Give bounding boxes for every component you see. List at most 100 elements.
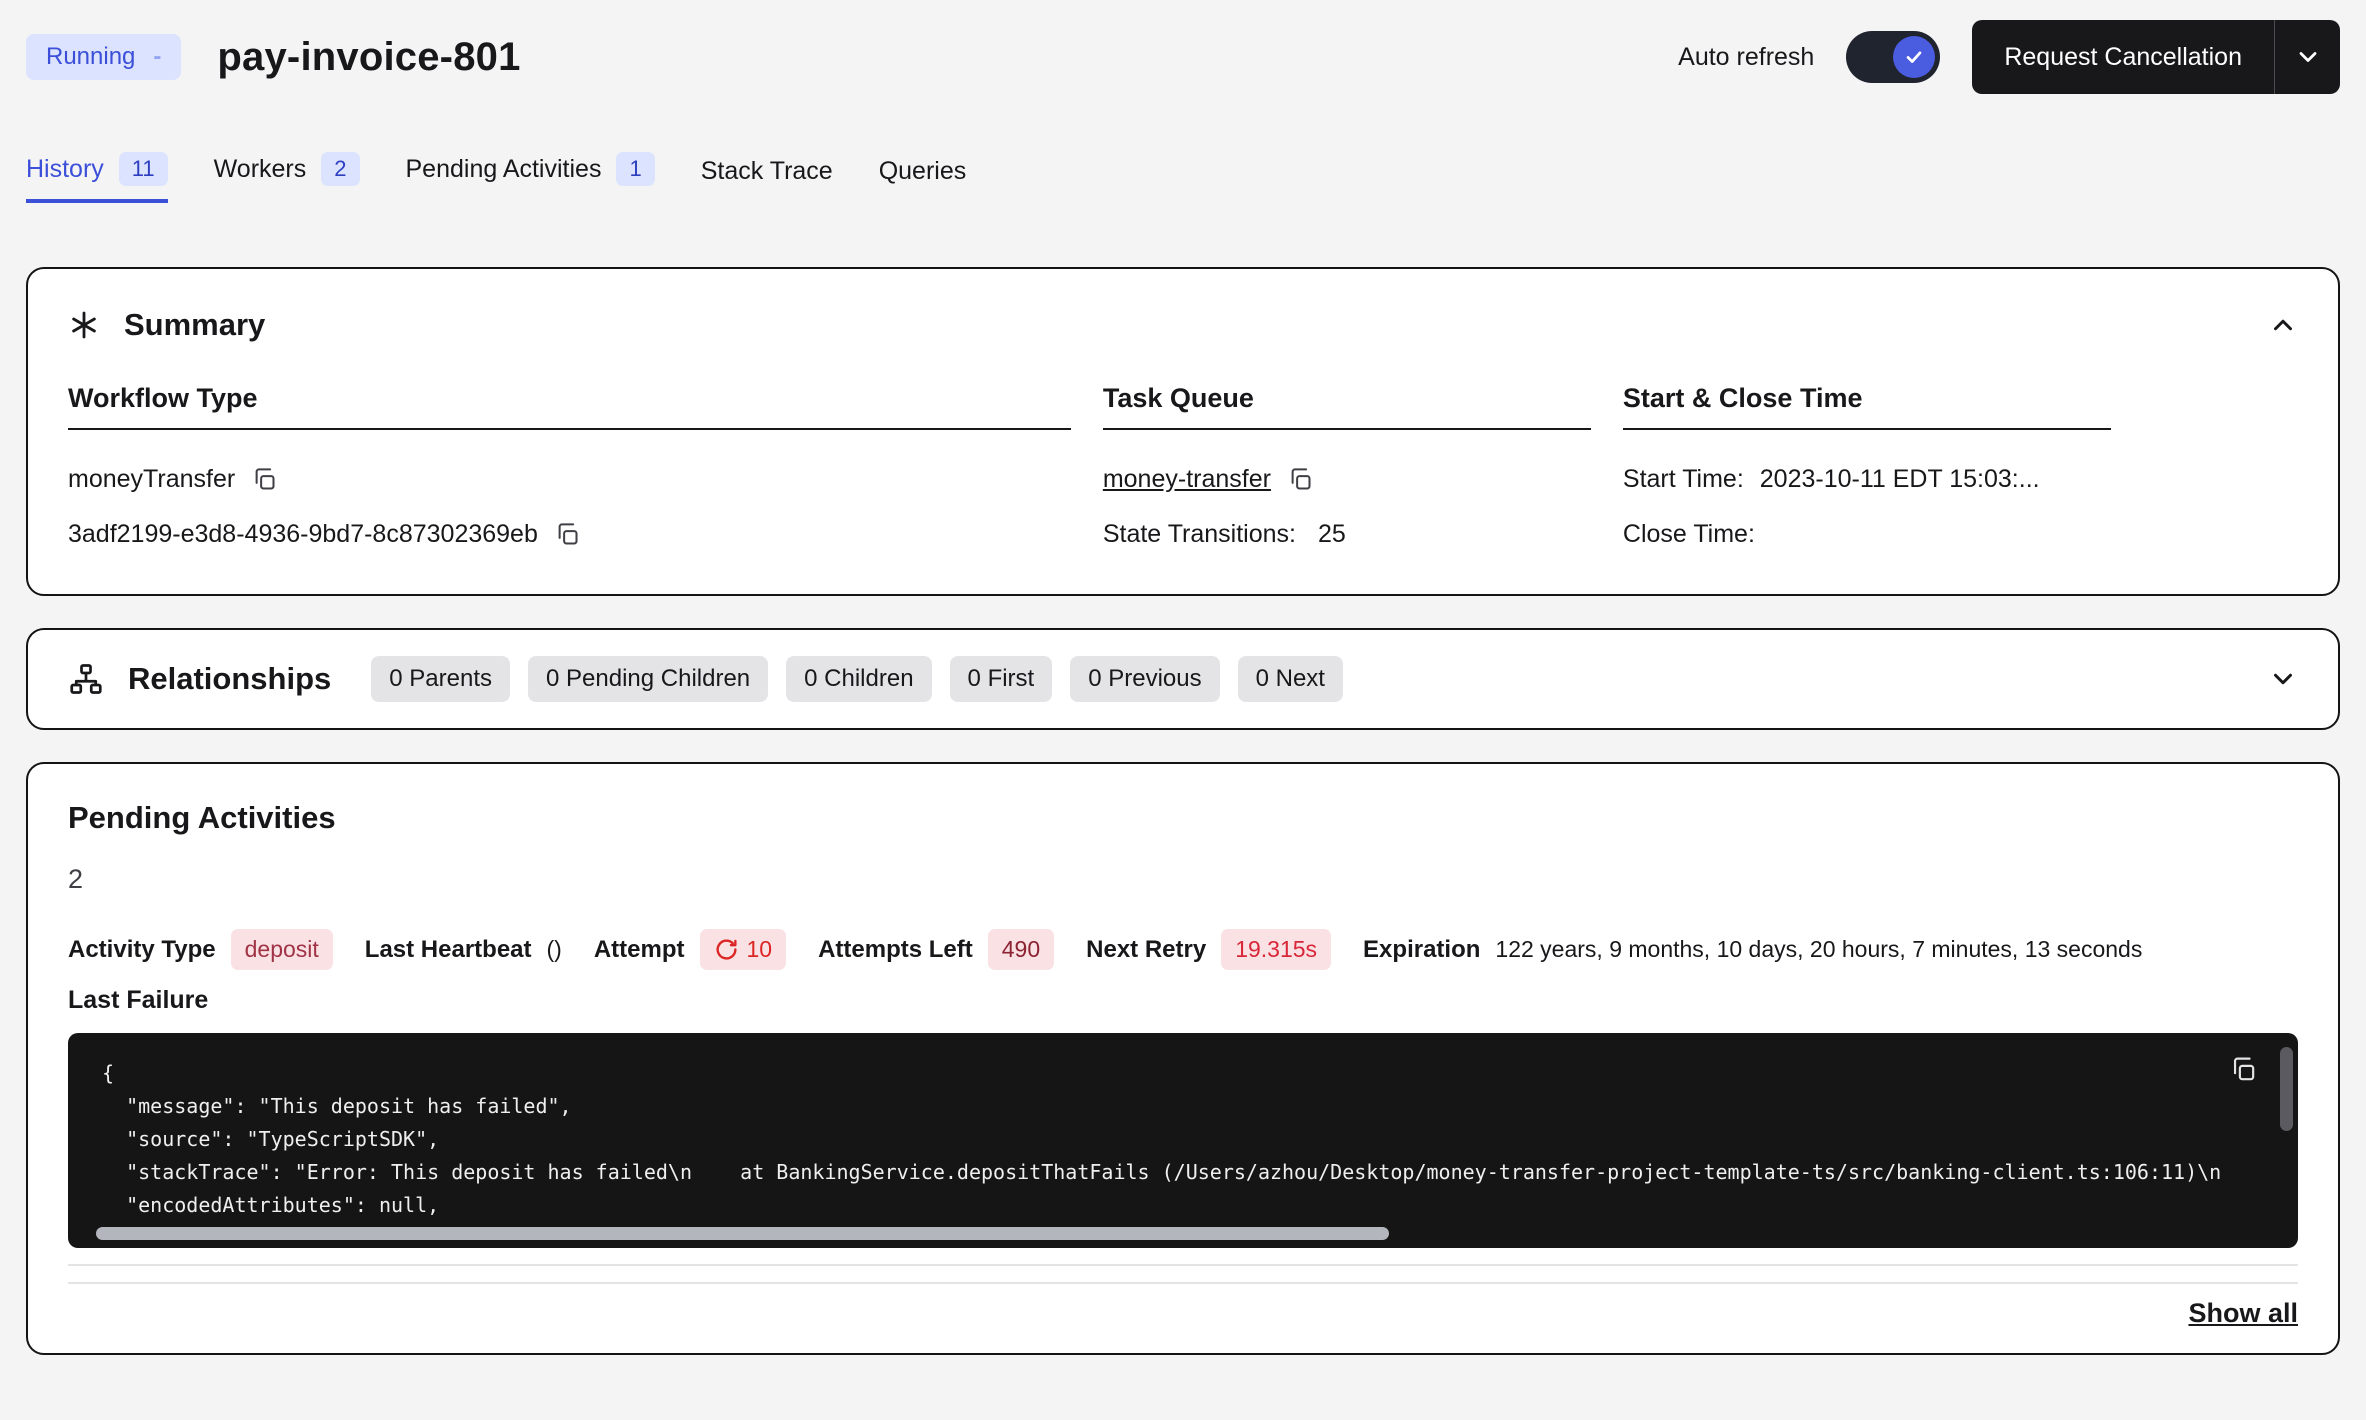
tab-history[interactable]: History 11 <box>26 152 168 203</box>
last-failure-label: Last Failure <box>68 986 2298 1015</box>
close-time-label: Close Time: <box>1623 520 1755 549</box>
page-title: pay-invoice-801 <box>217 35 520 80</box>
attempt-field: Attempt 10 <box>594 929 786 970</box>
tab-count-badge: 1 <box>616 152 654 186</box>
show-all-row: Show all <box>68 1298 2298 1329</box>
next-retry-label: Next Retry <box>1086 936 1206 964</box>
pending-activity-fields: Activity Type deposit Last Heartbeat () … <box>68 929 2298 970</box>
state-transitions-label: State Transitions: <box>1103 520 1296 549</box>
tab-label: Stack Trace <box>701 157 833 186</box>
first-badge: 0 First <box>950 656 1053 702</box>
empty-table-row <box>68 1264 2298 1284</box>
auto-refresh-toggle[interactable] <box>1846 31 1940 83</box>
start-time-label: Start Time: <box>1623 465 1744 494</box>
vertical-scrollbar[interactable] <box>2280 1047 2293 1131</box>
previous-badge: 0 Previous <box>1070 656 1219 702</box>
task-queue-header: Task Queue <box>1103 383 1591 430</box>
relationships-heading: Relationships <box>128 661 331 697</box>
sitemap-icon <box>68 661 104 697</box>
pending-activities-card: Pending Activities 2 Activity Type depos… <box>26 762 2340 1355</box>
chevron-down-icon <box>2294 43 2322 71</box>
summary-card-header: Summary <box>68 307 2298 343</box>
attempt-value: 10 <box>747 936 773 963</box>
next-badge: 0 Next <box>1238 656 1343 702</box>
run-id-row: 3adf2199-e3d8-4936-9bd7-8c87302369eb <box>68 509 1071 559</box>
last-heartbeat-value: () <box>547 936 562 963</box>
summary-collapse-button[interactable] <box>2268 310 2298 340</box>
last-heartbeat-field: Last Heartbeat () <box>365 936 562 964</box>
expiration-field: Expiration 122 years, 9 months, 10 days,… <box>1363 936 2142 964</box>
cancellation-menu-button[interactable] <box>2274 20 2340 94</box>
status-badge-label: Running <box>46 43 135 71</box>
run-id-value: 3adf2199-e3d8-4936-9bd7-8c87302369eb <box>68 520 538 549</box>
code-line: "stackTrace": "Error: This deposit has f… <box>102 1156 2264 1189</box>
copy-icon[interactable] <box>1287 466 1314 493</box>
attempts-left-label: Attempts Left <box>818 936 973 964</box>
last-heartbeat-label: Last Heartbeat <box>365 936 532 964</box>
summary-card: Summary Workflow Type moneyTransfer 3adf… <box>26 267 2340 596</box>
auto-refresh-label: Auto refresh <box>1678 43 1814 72</box>
tab-queries[interactable]: Queries <box>879 157 967 203</box>
relationships-expand-button[interactable] <box>2268 664 2298 694</box>
status-progress-indicator: - <box>153 43 161 71</box>
header-left: Running - pay-invoice-801 <box>26 34 521 80</box>
header: Running - pay-invoice-801 Auto refresh R… <box>26 20 2340 94</box>
children-badge: 0 Children <box>786 656 931 702</box>
workflow-type-header: Workflow Type <box>68 383 1071 430</box>
start-close-time-column: Start & Close Time Start Time: 2023-10-1… <box>1623 383 2111 564</box>
tab-workers[interactable]: Workers 2 <box>214 152 360 203</box>
task-queue-row: money-transfer <box>1103 454 1591 504</box>
chevron-down-icon <box>2268 664 2298 694</box>
summary-asterisk-icon <box>68 309 100 341</box>
pending-activities-heading: Pending Activities <box>68 800 2298 836</box>
tab-label: Workers <box>214 155 307 184</box>
summary-heading: Summary <box>124 307 265 343</box>
expiration-label: Expiration <box>1363 936 1480 964</box>
chevron-up-icon <box>2268 310 2298 340</box>
attempts-left-field: Attempts Left 490 <box>818 929 1054 970</box>
activity-type-value-badge: deposit <box>231 929 333 970</box>
expiration-value: 122 years, 9 months, 10 days, 20 hours, … <box>1495 936 2142 963</box>
next-retry-value-badge: 19.315s <box>1221 929 1331 970</box>
task-queue-link[interactable]: money-transfer <box>1103 465 1271 494</box>
status-badge: Running - <box>26 34 181 80</box>
code-line: "encodedAttributes": null, <box>102 1189 2264 1222</box>
code-line: { <box>102 1057 2264 1090</box>
copy-icon[interactable] <box>2229 1055 2258 1084</box>
start-time-row: Start Time: 2023-10-11 EDT 15:03:... <box>1623 454 2111 504</box>
start-time-value: 2023-10-11 EDT 15:03:... <box>1760 465 2040 494</box>
tab-stack-trace[interactable]: Stack Trace <box>701 157 833 203</box>
header-right: Auto refresh Request Cancellation <box>1678 20 2340 94</box>
attempts-left-value-badge: 490 <box>988 929 1054 970</box>
show-all-link[interactable]: Show all <box>2188 1298 2298 1329</box>
state-transitions-row: State Transitions: 25 <box>1103 509 1591 559</box>
attempt-label: Attempt <box>594 936 685 964</box>
task-queue-column: Task Queue money-transfer State Transiti… <box>1103 383 1591 564</box>
activity-type-field: Activity Type deposit <box>68 929 333 970</box>
horizontal-scrollbar[interactable] <box>96 1227 1389 1240</box>
copy-icon[interactable] <box>251 466 278 493</box>
relationships-badges: 0 Parents 0 Pending Children 0 Children … <box>371 656 1343 702</box>
pending-children-badge: 0 Pending Children <box>528 656 768 702</box>
tab-count-badge: 2 <box>321 152 359 186</box>
toggle-knob <box>1893 36 1935 78</box>
summary-grid: Workflow Type moneyTransfer 3adf2199-e3d… <box>68 383 2298 564</box>
parents-badge: 0 Parents <box>371 656 510 702</box>
code-line: "source": "TypeScriptSDK", <box>102 1123 2264 1156</box>
tab-pending-activities[interactable]: Pending Activities 1 <box>406 152 655 203</box>
relationships-card: Relationships 0 Parents 0 Pending Childr… <box>26 628 2340 730</box>
tab-label: Queries <box>879 157 967 186</box>
close-time-row: Close Time: <box>1623 509 2111 559</box>
workflow-type-row: moneyTransfer <box>68 454 1071 504</box>
copy-icon[interactable] <box>554 521 581 548</box>
pending-activities-count: 2 <box>68 864 2298 895</box>
retry-icon <box>714 937 739 962</box>
tab-bar: History 11 Workers 2 Pending Activities … <box>26 152 2340 203</box>
request-cancellation-button[interactable]: Request Cancellation <box>1972 20 2274 94</box>
request-cancellation-group: Request Cancellation <box>1972 20 2340 94</box>
workflow-type-column: Workflow Type moneyTransfer 3adf2199-e3d… <box>68 383 1071 564</box>
state-transitions-value: 25 <box>1318 520 1346 549</box>
activity-type-label: Activity Type <box>68 936 216 964</box>
tab-label: Pending Activities <box>406 155 602 184</box>
last-failure-code-block: { "message": "This deposit has failed", … <box>68 1033 2298 1248</box>
